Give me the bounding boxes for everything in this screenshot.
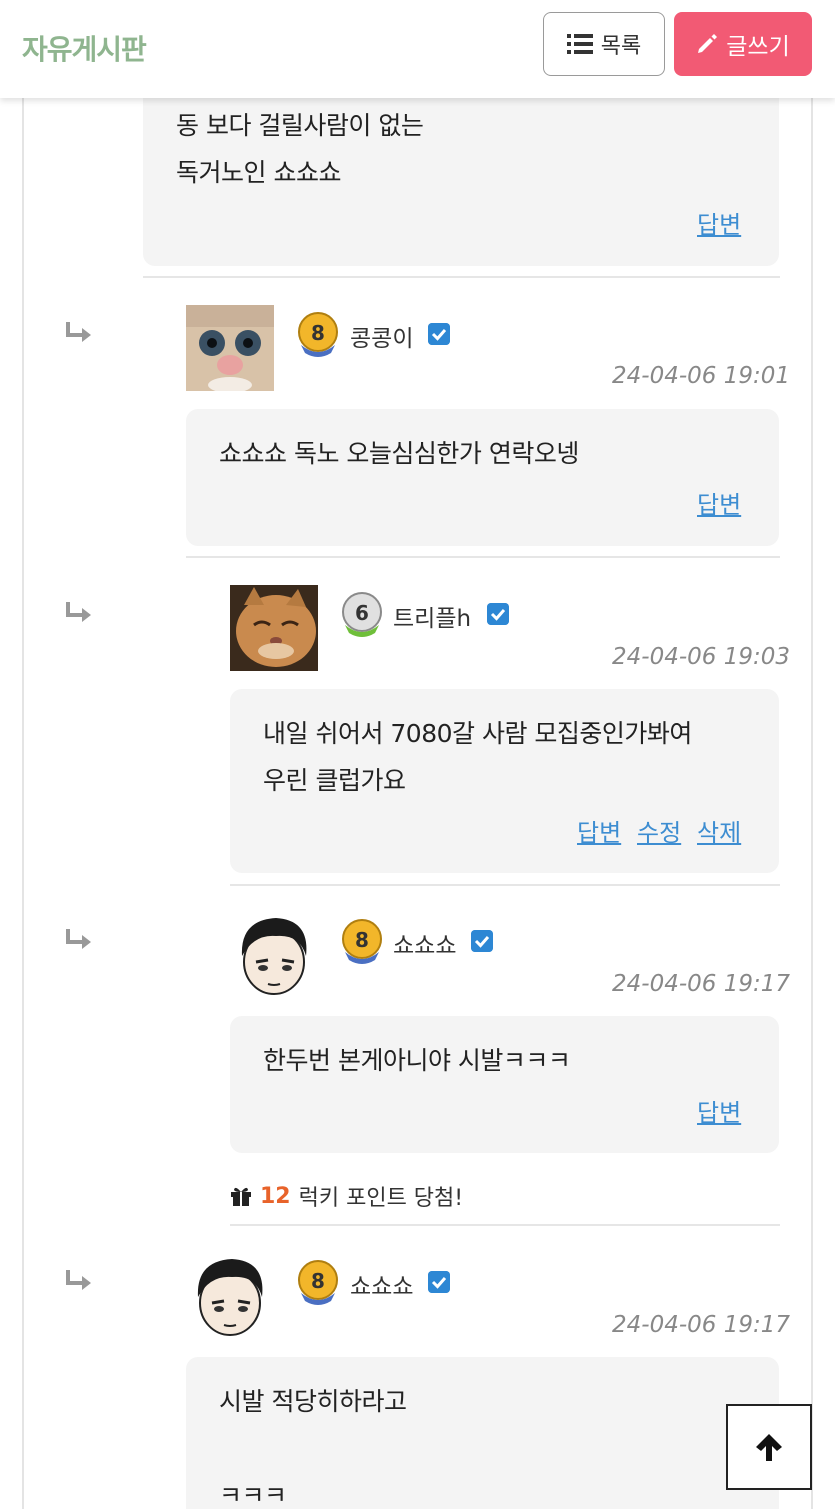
cartoon-avatar-image — [230, 912, 318, 998]
delete-link[interactable]: 삭제 — [697, 813, 741, 848]
svg-text:8: 8 — [355, 928, 369, 952]
comment-date: 24-04-06 19:17 — [612, 1312, 790, 1338]
svg-text:8: 8 — [311, 1269, 325, 1293]
arrow-up-icon — [756, 1434, 782, 1461]
edit-link[interactable]: 수정 — [637, 813, 681, 848]
reply-link[interactable]: 답변 — [697, 1093, 741, 1128]
comment-text-line: 우린 클럽가요 — [263, 766, 406, 795]
write-button[interactable]: 글쓰기 — [674, 12, 812, 76]
reply-link[interactable]: 답변 — [697, 205, 741, 240]
comment-divider — [186, 556, 780, 558]
username[interactable]: 쇼쇼쇼 — [393, 926, 456, 960]
level-badge: 8 — [293, 1257, 343, 1307]
svg-text:6: 6 — [355, 601, 369, 625]
comment-divider — [143, 276, 780, 278]
avatar[interactable] — [230, 912, 318, 998]
board-frame-right — [811, 98, 813, 1509]
comment-date: 24-04-06 19:17 — [612, 971, 790, 997]
gift-icon — [231, 1187, 251, 1206]
comment-text-line: 독거노인 쇼쇼쇼 — [176, 158, 341, 187]
username[interactable]: 쇼쇼쇼 — [350, 1267, 413, 1301]
comment-date: 24-04-06 19:01 — [612, 363, 790, 389]
level-badge: 6 — [337, 589, 387, 639]
verified-check-icon — [428, 323, 450, 345]
comment-text-line: 한두번 본게아니야 시발ㅋㅋㅋ — [263, 1046, 571, 1075]
reply-link[interactable]: 답변 — [577, 813, 621, 848]
svg-text:8: 8 — [311, 321, 325, 345]
comment-date: 24-04-06 19:03 — [612, 644, 790, 670]
verified-check-icon — [471, 930, 493, 952]
username[interactable]: 트리플h — [393, 599, 471, 633]
reply-arrow-icon — [66, 1270, 91, 1290]
comment-text-line: 시발 적당히하라고 — [219, 1387, 407, 1416]
verified-check-icon — [487, 603, 509, 625]
cat-avatar-image — [230, 585, 318, 671]
comment-divider — [230, 1224, 780, 1226]
comment-text-line: ㅋㅋㅋ — [219, 1481, 287, 1509]
cat-avatar-image — [186, 305, 274, 391]
board-header: 자유게시판 목록 글쓰기 — [0, 0, 835, 98]
reply-arrow-icon — [66, 929, 91, 949]
board-frame-left — [22, 98, 24, 1509]
reply-arrow-icon — [66, 322, 91, 342]
level-badge: 8 — [337, 916, 387, 966]
comment-text-line: 쇼쇼쇼 독노 오늘심심한가 연락오넹 — [219, 439, 579, 468]
comment-text-line: 동 보다 걸릴사람이 없는 — [176, 111, 424, 140]
username[interactable]: 콩콩이 — [350, 319, 413, 353]
list-icon — [566, 34, 593, 54]
board-title[interactable]: 자유게시판 — [22, 28, 147, 68]
comment-divider — [230, 884, 780, 886]
reply-arrow-icon — [66, 602, 91, 622]
avatar[interactable] — [230, 585, 318, 671]
cartoon-avatar-image — [186, 1253, 274, 1339]
scroll-top-button[interactable] — [726, 1404, 812, 1490]
pencil-icon — [698, 34, 718, 53]
write-button-label: 글쓰기 — [726, 34, 790, 60]
list-button[interactable]: 목록 — [543, 12, 665, 76]
avatar[interactable] — [186, 305, 274, 391]
list-button-label: 목록 — [600, 34, 642, 59]
verified-check-icon — [428, 1271, 450, 1293]
avatar[interactable] — [186, 1253, 274, 1339]
level-badge: 8 — [293, 309, 343, 359]
reply-link[interactable]: 답변 — [697, 485, 741, 520]
lucky-point-notice: 12 럭키 포인트 당첨! — [230, 1180, 463, 1212]
lucky-point-count: 12 — [260, 1183, 291, 1209]
lucky-point-text: 럭키 포인트 당첨! — [298, 1186, 464, 1211]
comment-text-line: 내일 쉬어서 7080갈 사람 모집중인가봐여 — [263, 719, 692, 748]
